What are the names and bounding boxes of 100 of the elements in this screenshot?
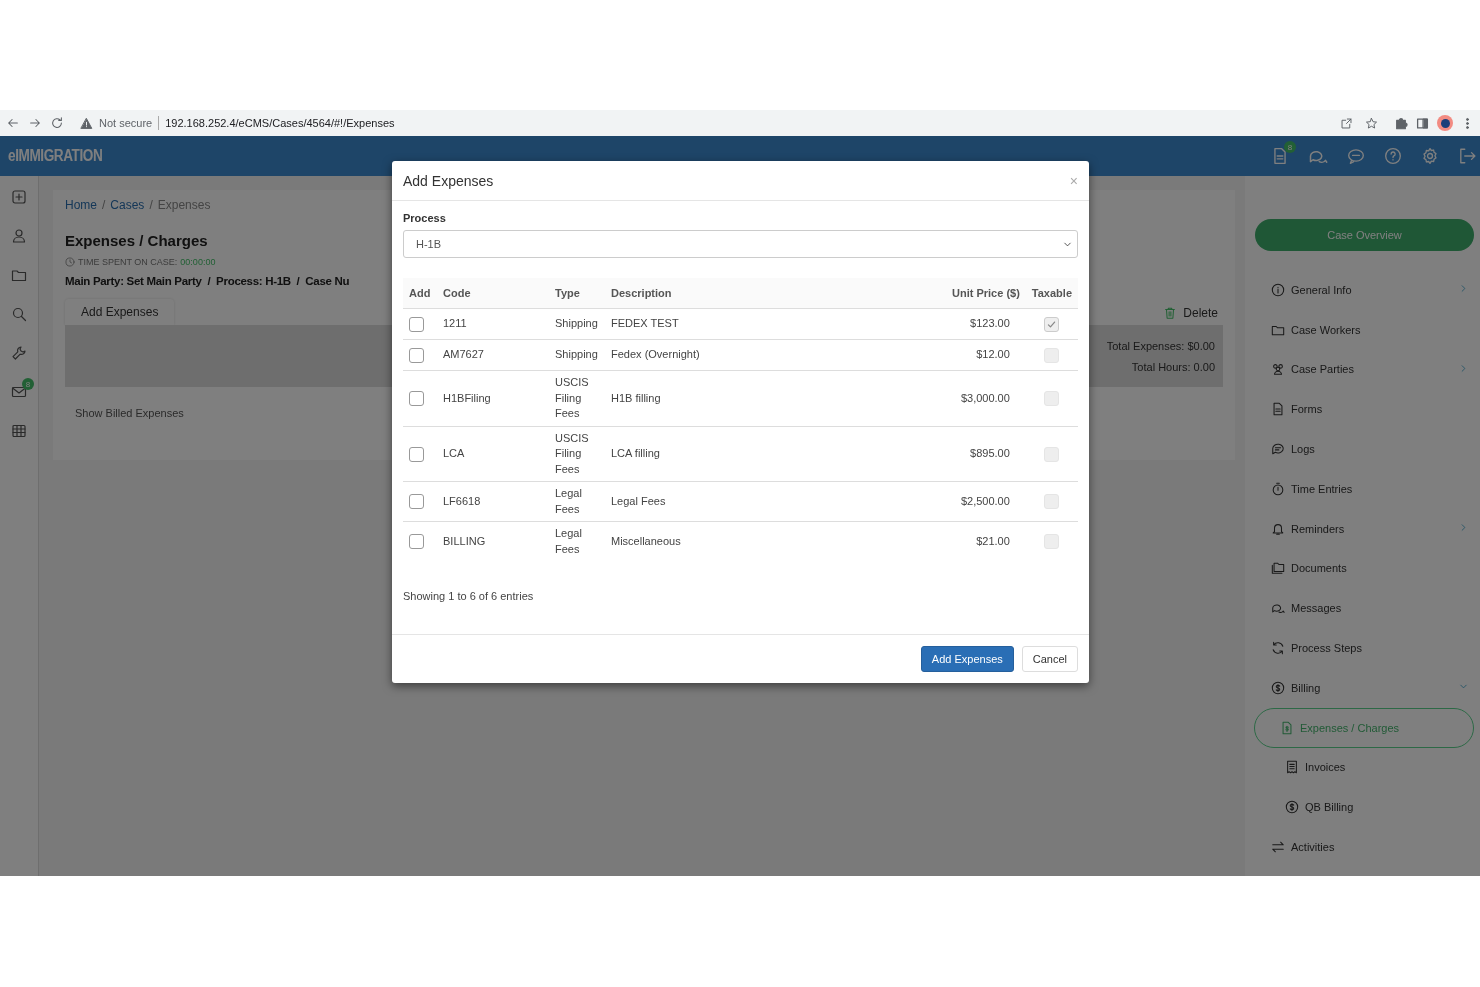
type-cell: USCIS Filing Fees — [555, 431, 589, 475]
code-cell: LCA — [443, 447, 465, 459]
code-cell: AM7627 — [443, 348, 484, 361]
column-header: Type — [549, 278, 605, 309]
folders-icon — [1271, 561, 1285, 576]
price-cell: $895.00 — [970, 447, 1010, 459]
breadcrumb-separator: / — [102, 198, 106, 212]
wrench-icon — [11, 345, 27, 361]
breadcrumb-current: Expenses — [157, 198, 211, 212]
column-header: Taxable — [1025, 278, 1078, 309]
add-checkbox[interactable] — [409, 347, 424, 363]
sidebar-item[interactable]: Time Entries — [1255, 469, 1474, 509]
type-cell: Legal Fees — [555, 527, 582, 555]
forward-icon — [28, 116, 42, 130]
clock-icon — [65, 257, 75, 267]
cancel-button[interactable]: Cancel — [1021, 646, 1078, 672]
dollar-icon — [1271, 680, 1285, 695]
user-icon — [11, 228, 27, 244]
sidebar-item[interactable]: Case Workers — [1255, 309, 1474, 350]
share-icon — [1340, 116, 1353, 130]
settings-icon — [1421, 147, 1439, 165]
sidebar-item[interactable]: Billing — [1255, 667, 1474, 708]
process-label: Process — [403, 212, 447, 224]
process-dropdown[interactable]: H-1B — [403, 230, 1078, 258]
calendar-icon — [11, 423, 27, 439]
trash-icon — [1163, 306, 1178, 320]
search-icon — [11, 306, 27, 322]
profile-avatar[interactable] — [1437, 115, 1453, 131]
add-checkbox[interactable] — [409, 391, 424, 407]
total-expenses: Total Expenses: $0.00 — [1106, 339, 1215, 352]
mail-badge: 8 — [22, 378, 34, 390]
type-cell: USCIS Filing Fees — [555, 376, 589, 419]
column-header: Code — [437, 278, 549, 309]
close-button[interactable]: × — [1069, 172, 1078, 189]
type-cell: Shipping — [555, 348, 598, 361]
sidebar-item[interactable]: Activities — [1255, 827, 1474, 867]
add-expenses-tab[interactable]: Add Expenses — [65, 299, 175, 325]
price-cell: $123.00 — [970, 317, 1010, 330]
breadcrumb-separator: / — [149, 198, 153, 212]
address-bar[interactable]: 192.168.252.4/eCMS/Cases/4564/#!/Expenses — [165, 117, 395, 129]
logo: eIMMIGRATION — [8, 147, 103, 165]
star-icon — [1365, 116, 1378, 130]
sidebar-item[interactable]: Process Steps — [1255, 628, 1474, 668]
price-cell: $3,000.00 — [960, 391, 1010, 404]
side-panel-icon — [1416, 116, 1429, 130]
stopwatch-icon — [1271, 481, 1285, 496]
description-cell: Legal Fees — [611, 494, 666, 507]
type-cell: Legal Fees — [555, 487, 582, 515]
warning-icon — [80, 116, 93, 130]
puzzle-icon — [1394, 116, 1408, 130]
sidebar-subitem[interactable]: Invoices — [1255, 747, 1474, 788]
sidebar-item[interactable]: Forms — [1255, 389, 1474, 430]
speech-bubble-icon — [1271, 442, 1285, 457]
dollar-icon — [1285, 800, 1299, 815]
time-value: 00:00:00 — [180, 257, 216, 267]
document-dollar-icon — [1280, 720, 1294, 735]
breadcrumb-link[interactable]: Cases — [110, 198, 145, 212]
sidebar-subitem[interactable]: QB Billing — [1255, 787, 1474, 828]
add-checkbox[interactable] — [409, 534, 424, 550]
add-checkbox[interactable] — [409, 446, 424, 462]
receipt-icon — [1285, 760, 1299, 775]
bell-icon — [1271, 521, 1285, 536]
description-cell: FEDEX TEST — [611, 317, 679, 330]
price-cell: $2,500.00 — [960, 494, 1010, 507]
refresh-icon — [1271, 641, 1285, 656]
sidebar-item[interactable]: Reminders — [1255, 508, 1474, 549]
arrows-icon — [1271, 840, 1285, 855]
price-cell: $21.00 — [976, 534, 1010, 547]
back-icon — [6, 116, 20, 130]
notification-badge: 8 — [1284, 141, 1296, 153]
info-icon — [1271, 282, 1285, 297]
add-expenses-button[interactable]: Add Expenses — [920, 646, 1014, 672]
sidebar-item[interactable]: Logs — [1255, 429, 1474, 469]
document-icon — [1271, 402, 1285, 417]
description-cell: LCA filling — [611, 447, 660, 459]
page-title: Expenses / Charges — [65, 232, 208, 249]
add-checkbox[interactable] — [409, 494, 424, 510]
dialog-title: Add Expenses — [403, 172, 494, 189]
add-checkbox[interactable] — [409, 316, 424, 332]
show-billed-link[interactable]: Show Billed Expenses — [75, 407, 184, 419]
document-icon — [1271, 147, 1289, 165]
case-info: Main Party: Set Main Party / Process: H-1B / Case Nu — [65, 275, 350, 287]
code-cell: BILLING — [443, 534, 486, 547]
column-header: Unit Price ($) — [839, 278, 1026, 309]
code-cell: H1BFiling — [443, 391, 491, 404]
reload-icon — [50, 116, 64, 130]
code-cell: 1211 — [443, 317, 467, 330]
sidebar-item[interactable]: General Info — [1255, 270, 1474, 310]
breadcrumb-link[interactable]: Home — [65, 198, 97, 212]
sidebar-item[interactable]: Messages — [1255, 588, 1474, 629]
speech-bubble-icon — [1347, 147, 1365, 165]
mail-icon — [11, 384, 27, 400]
description-cell: Fedex (Overnight) — [611, 348, 700, 361]
sidebar-item[interactable]: Documents — [1255, 548, 1474, 589]
type-cell: Shipping — [555, 317, 598, 330]
security-label: Not secure — [99, 117, 153, 129]
folder-icon — [11, 267, 27, 283]
entries-info: Showing 1 to 6 of 6 entries — [403, 590, 535, 602]
column-header: Add — [403, 278, 437, 309]
sidebar-item[interactable]: Case Parties — [1255, 349, 1474, 390]
